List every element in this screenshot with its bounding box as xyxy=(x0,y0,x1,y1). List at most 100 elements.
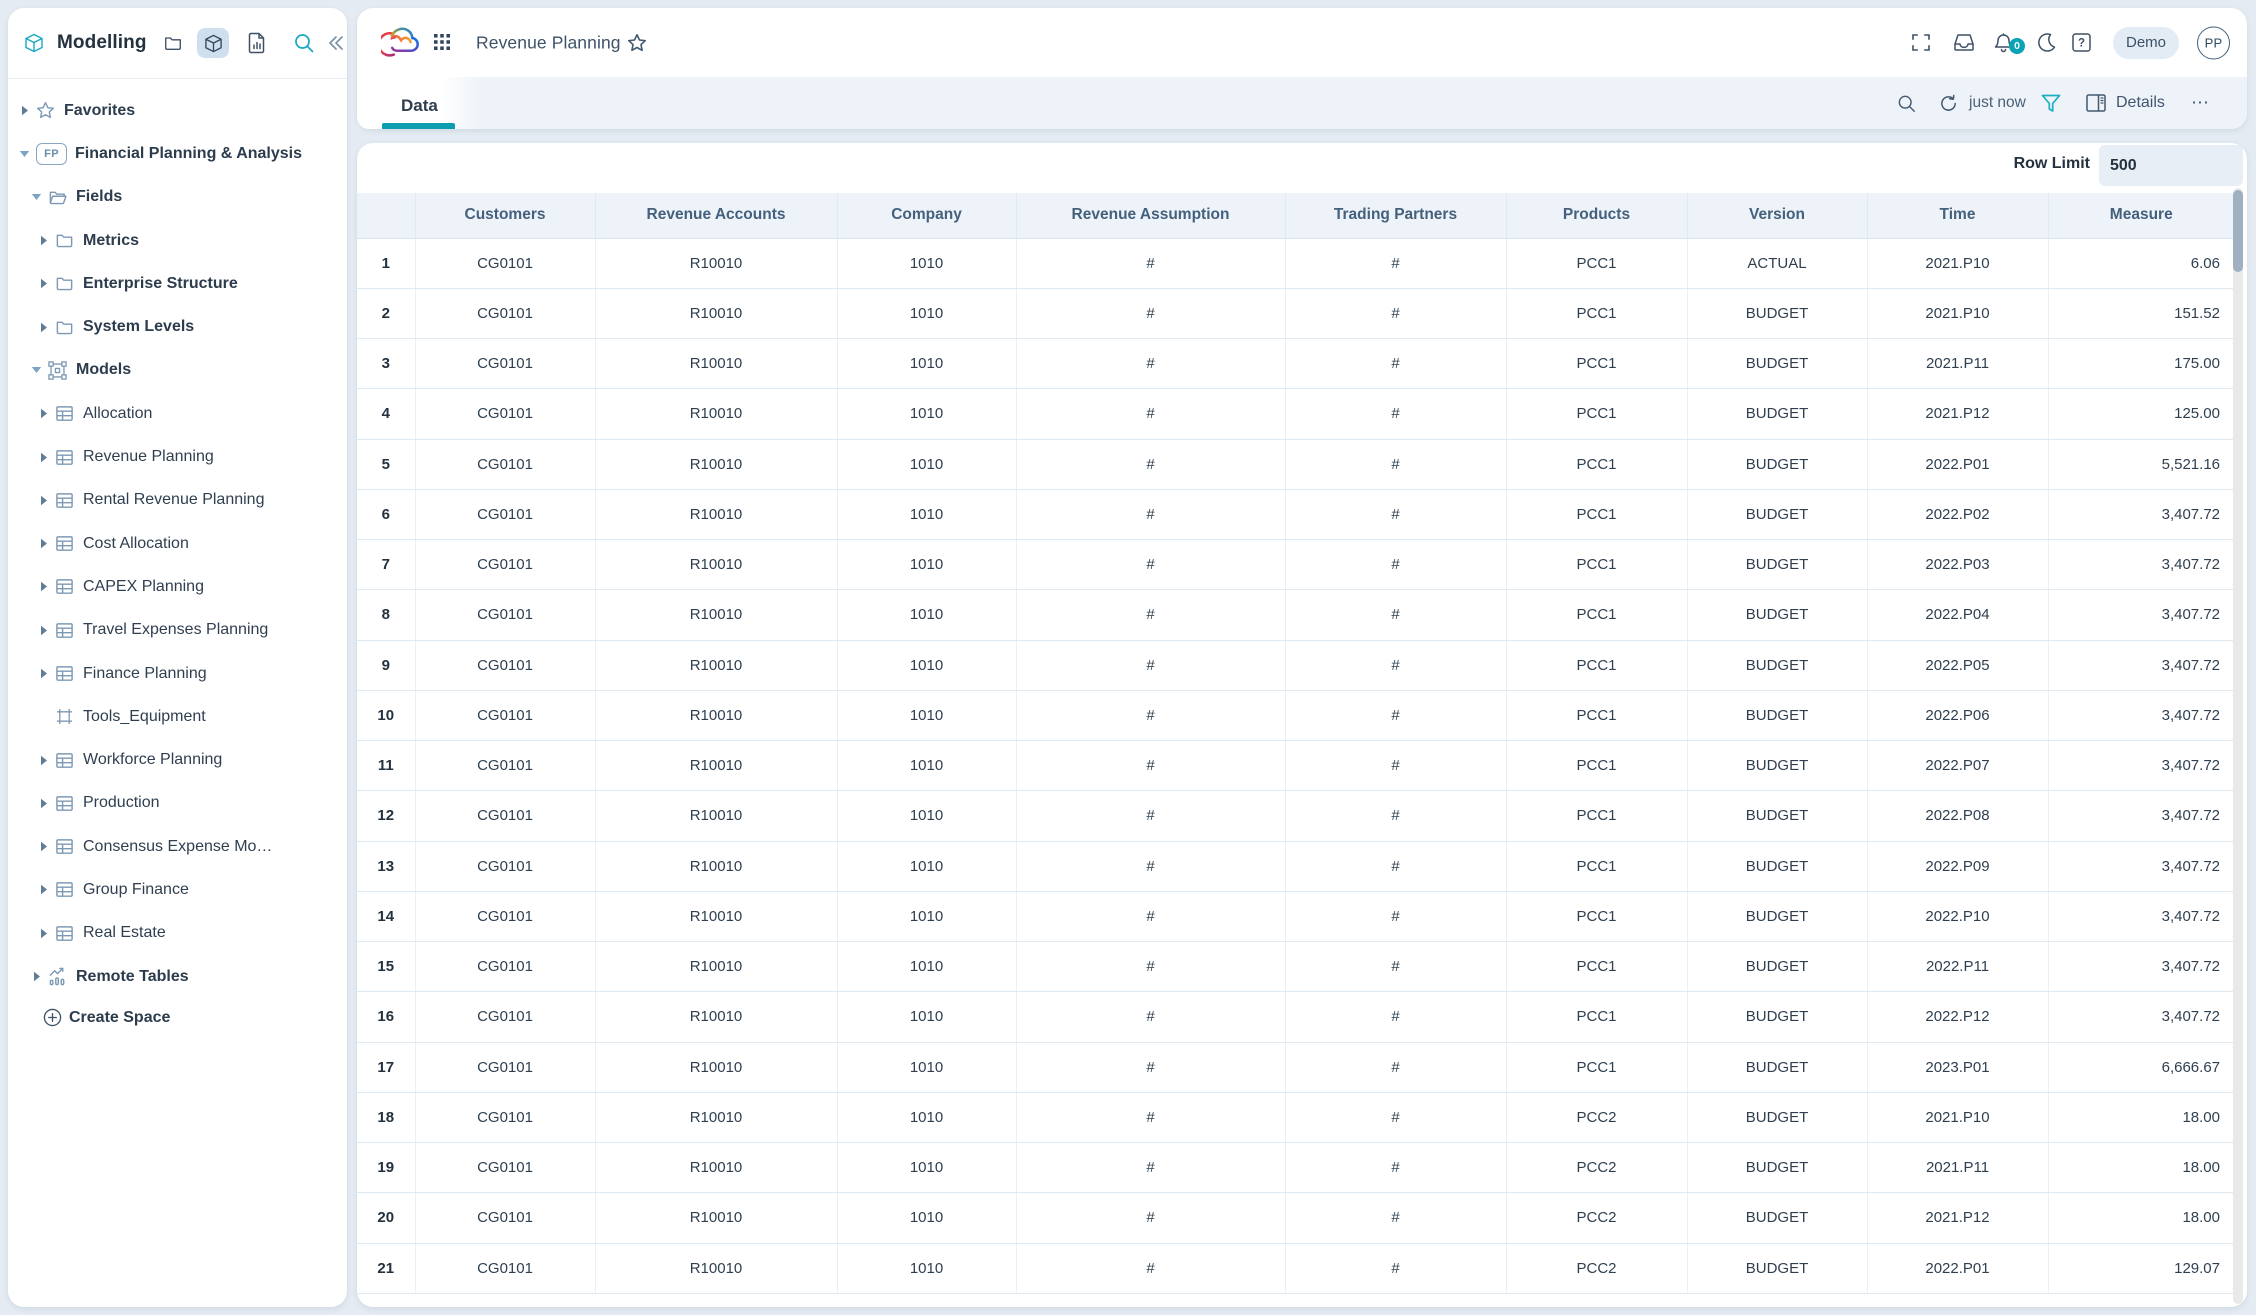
table-row[interactable]: 16CG0101R100101010##PCC1BUDGET2022.P123,… xyxy=(357,992,2234,1042)
tree-item-workforce-planning[interactable]: Workforce Planning xyxy=(8,738,347,781)
cell: 2022.P06 xyxy=(1867,690,2048,740)
tree-item-revenue-planning[interactable]: Revenue Planning xyxy=(8,435,347,478)
tree-item-metrics[interactable]: Metrics xyxy=(8,219,347,262)
table-row[interactable]: 10CG0101R100101010##PCC1BUDGET2022.P063,… xyxy=(357,690,2234,740)
details-button-label[interactable]: Details xyxy=(2116,94,2165,112)
table-row[interactable]: 9CG0101R100101010##PCC1BUDGET2022.P053,4… xyxy=(357,640,2234,690)
caret-right-icon[interactable] xyxy=(37,407,50,420)
tree-item-enterprise-structure[interactable]: Enterprise Structure xyxy=(8,262,347,305)
table-row[interactable]: 13CG0101R100101010##PCC1BUDGET2022.P093,… xyxy=(357,841,2234,891)
table-row[interactable]: 4CG0101R100101010##PCC1BUDGET2021.P12125… xyxy=(357,389,2234,439)
table-row[interactable]: 15CG0101R100101010##PCC1BUDGET2022.P113,… xyxy=(357,942,2234,992)
row-number: 3 xyxy=(357,339,415,389)
favorite-star-icon[interactable] xyxy=(627,33,647,53)
table-search-icon[interactable] xyxy=(1896,93,1916,113)
caret-right-icon[interactable] xyxy=(37,451,50,464)
column-header-time[interactable]: Time xyxy=(1867,193,2048,238)
tree-item-group-finance[interactable]: Group Finance xyxy=(8,868,347,911)
table-row[interactable]: 14CG0101R100101010##PCC1BUDGET2022.P103,… xyxy=(357,891,2234,941)
caret-right-icon[interactable] xyxy=(37,321,50,334)
caret-right-icon[interactable] xyxy=(37,754,50,767)
caret-down-icon[interactable] xyxy=(30,364,43,377)
caret-right-icon[interactable] xyxy=(37,667,50,680)
tree-item-financial-planning-analysis[interactable]: FPFinancial Planning & Analysis xyxy=(8,132,347,175)
folder-icon[interactable] xyxy=(163,33,183,53)
app-launcher-grid-icon[interactable] xyxy=(434,34,452,52)
tree-item-capex-planning[interactable]: CAPEX Planning xyxy=(8,565,347,608)
caret-right-icon[interactable] xyxy=(37,277,50,290)
dark-mode-moon-icon[interactable] xyxy=(2037,33,2057,53)
tree-item-models[interactable]: Models xyxy=(8,349,347,392)
table-row[interactable]: 17CG0101R100101010##PCC1BUDGET2023.P016,… xyxy=(357,1042,2234,1092)
tree-item-tools-equipment[interactable]: Tools_Equipment xyxy=(8,695,347,738)
tree-item-travel-expenses-planning[interactable]: Travel Expenses Planning xyxy=(8,609,347,652)
table-row[interactable]: 5CG0101R100101010##PCC1BUDGET2022.P015,5… xyxy=(357,439,2234,489)
column-header-customers[interactable]: Customers xyxy=(415,193,595,238)
tree-item-rental-revenue-planning[interactable]: Rental Revenue Planning xyxy=(8,479,347,522)
report-doc-icon[interactable] xyxy=(247,33,267,53)
caret-right-icon[interactable] xyxy=(37,927,50,940)
caret-right-icon[interactable] xyxy=(37,234,50,247)
column-header-revenue-accounts[interactable]: Revenue Accounts xyxy=(595,193,837,238)
column-header-products[interactable]: Products xyxy=(1506,193,1687,238)
tree-item-consensus-expense-mo[interactable]: Consensus Expense Mo… xyxy=(8,825,347,868)
tree-item-fields[interactable]: Fields xyxy=(8,176,347,219)
column-header-measure[interactable]: Measure xyxy=(2048,193,2234,238)
datasphere-logo-icon[interactable] xyxy=(381,25,419,59)
tree-item-remote-tables[interactable]: Remote Tables xyxy=(8,955,347,998)
cell: CG0101 xyxy=(415,339,595,389)
tree-item-production[interactable]: Production xyxy=(8,782,347,825)
caret-right-icon[interactable] xyxy=(30,970,43,983)
table-row[interactable]: 18CG0101R100101010##PCC2BUDGET2021.P1018… xyxy=(357,1092,2234,1142)
inbox-icon[interactable] xyxy=(1954,33,1974,53)
caret-right-icon[interactable] xyxy=(37,797,50,810)
caret-down-icon[interactable] xyxy=(30,191,43,204)
tree-item-cost-allocation[interactable]: Cost Allocation xyxy=(8,522,347,565)
table-row[interactable]: 21CG0101R100101010##PCC2BUDGET2022.P0112… xyxy=(357,1243,2234,1293)
table-row[interactable]: 1CG0101R100101010##PCC1ACTUAL2021.P106.0… xyxy=(357,238,2234,288)
caret-right-icon[interactable] xyxy=(37,624,50,637)
caret-right-icon[interactable] xyxy=(37,840,50,853)
search-icon[interactable] xyxy=(293,32,315,54)
caret-right-icon[interactable] xyxy=(37,580,50,593)
caret-right-icon[interactable] xyxy=(37,494,50,507)
column-header-version[interactable]: Version xyxy=(1687,193,1867,238)
fullscreen-icon[interactable] xyxy=(1911,33,1931,53)
caret-right-icon[interactable] xyxy=(18,104,31,117)
tree-item-create-space[interactable]: Create Space xyxy=(8,998,347,1037)
demo-environment-badge[interactable]: Demo xyxy=(2113,27,2179,59)
tree-item-finance-planning[interactable]: Finance Planning xyxy=(8,652,347,695)
column-header-trading-partners[interactable]: Trading Partners xyxy=(1285,193,1506,238)
table-row[interactable]: 8CG0101R100101010##PCC1BUDGET2022.P043,4… xyxy=(357,590,2234,640)
filter-funnel-icon[interactable] xyxy=(2041,93,2061,113)
table-row[interactable]: 20CG0101R100101010##PCC2BUDGET2021.P1218… xyxy=(357,1193,2234,1243)
refresh-icon[interactable] xyxy=(1938,93,1958,113)
vertical-scrollbar-thumb[interactable] xyxy=(2233,190,2243,272)
tab-data[interactable]: Data xyxy=(357,77,482,129)
collapse-double-chevron-icon[interactable] xyxy=(325,32,347,54)
vertical-scrollbar-track[interactable] xyxy=(2233,188,2243,1304)
caret-down-icon[interactable] xyxy=(18,147,31,160)
tree-item-real-estate[interactable]: Real Estate xyxy=(8,912,347,955)
tree-item-system-levels[interactable]: System Levels xyxy=(8,305,347,348)
table-row[interactable]: 6CG0101R100101010##PCC1BUDGET2022.P023,4… xyxy=(357,489,2234,539)
cube-view-button[interactable] xyxy=(197,28,229,58)
more-actions-icon[interactable]: ⋯ xyxy=(2191,93,2210,114)
details-panel-icon[interactable] xyxy=(2086,93,2106,113)
caret-right-icon[interactable] xyxy=(37,537,50,550)
table-row[interactable]: 2CG0101R100101010##PCC1BUDGET2021.P10151… xyxy=(357,288,2234,338)
cell: # xyxy=(1285,791,1506,841)
caret-right-icon[interactable] xyxy=(37,883,50,896)
column-header-company[interactable]: Company xyxy=(837,193,1016,238)
table-row[interactable]: 12CG0101R100101010##PCC1BUDGET2022.P083,… xyxy=(357,791,2234,841)
user-avatar[interactable]: PP xyxy=(2197,26,2230,59)
tree-item-favorites[interactable]: Favorites xyxy=(8,89,347,132)
table-row[interactable]: 7CG0101R100101010##PCC1BUDGET2022.P033,4… xyxy=(357,540,2234,590)
column-header-revenue-assumption[interactable]: Revenue Assumption xyxy=(1016,193,1285,238)
table-row[interactable]: 11CG0101R100101010##PCC1BUDGET2022.P073,… xyxy=(357,741,2234,791)
table-row[interactable]: 19CG0101R100101010##PCC2BUDGET2021.P1118… xyxy=(357,1143,2234,1193)
table-row[interactable]: 3CG0101R100101010##PCC1BUDGET2021.P11175… xyxy=(357,339,2234,389)
help-icon[interactable]: ? xyxy=(2071,33,2091,53)
row-limit-input[interactable]: 500 xyxy=(2099,145,2243,186)
tree-item-allocation[interactable]: Allocation xyxy=(8,392,347,435)
